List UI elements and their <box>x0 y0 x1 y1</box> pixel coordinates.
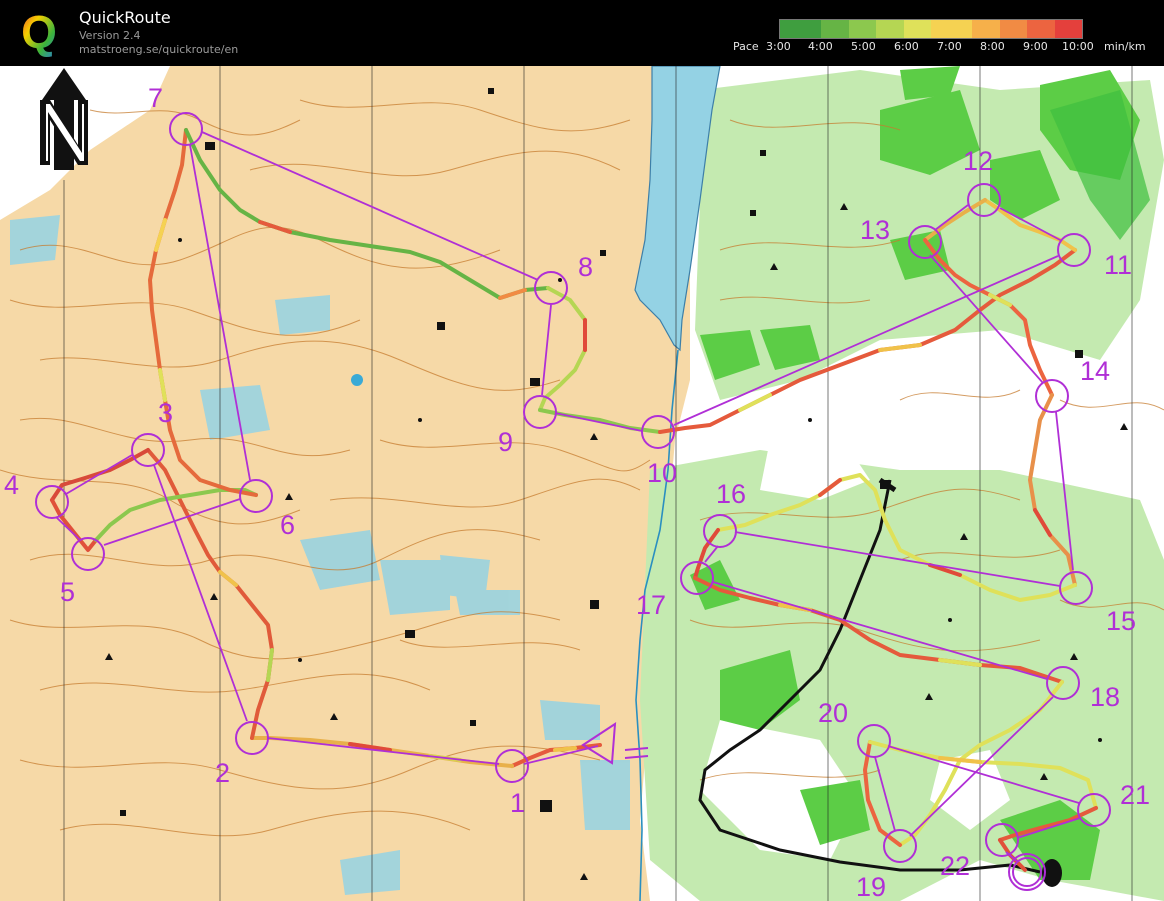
control-number: 14 <box>1080 356 1110 386</box>
control-number: 9 <box>498 427 513 457</box>
control-number: 18 <box>1090 682 1120 712</box>
control-number: 7 <box>148 83 163 113</box>
pace-color-swatch <box>958 20 973 38</box>
control-number: 19 <box>856 872 886 901</box>
control-number: 6 <box>280 510 295 540</box>
pace-tick: 7:00 <box>937 40 962 53</box>
pace-label: Pace <box>733 40 759 53</box>
logo-letter: Q <box>21 6 57 58</box>
app-url: matstroeng.se/quickroute/en <box>79 43 239 56</box>
pace-color-swatch <box>862 20 877 38</box>
app-title: QuickRoute <box>79 8 171 27</box>
control-number: 1 <box>510 788 525 818</box>
pace-color-swatch <box>903 20 918 38</box>
pace-color-swatch <box>848 20 863 38</box>
control-number: 10 <box>647 458 677 488</box>
app-header: Q QuickRoute Version 2.4 matstroeng.se/q… <box>0 0 1164 66</box>
pace-color-swatch <box>793 20 808 38</box>
pace-tick: 3:00 <box>766 40 791 53</box>
control-number: 15 <box>1106 606 1136 636</box>
quickroute-logo-icon: Q <box>21 6 57 58</box>
pace-color-swatch <box>1013 20 1028 38</box>
control-number: 16 <box>716 479 746 509</box>
pace-color-swatch <box>1040 20 1055 38</box>
pace-color-swatch <box>821 20 835 38</box>
pace-color-swatch <box>1068 20 1083 38</box>
pace-color-scale <box>779 19 1083 39</box>
control-number: 5 <box>60 577 75 607</box>
pace-color-swatch <box>999 20 1014 38</box>
pace-color-swatch <box>1027 20 1041 38</box>
pace-color-swatch <box>876 20 890 38</box>
app-version: Version 2.4 <box>79 29 141 42</box>
pace-tick: 4:00 <box>808 40 833 53</box>
pond <box>351 374 363 386</box>
pace-tick: 5:00 <box>851 40 876 53</box>
control-number: 17 <box>636 590 666 620</box>
control-number: 21 <box>1120 780 1150 810</box>
pace-unit: min/km <box>1104 40 1146 53</box>
pace-color-swatch <box>986 20 1000 38</box>
control-number: 2 <box>215 758 230 788</box>
pace-color-swatch <box>780 20 794 38</box>
pace-color-swatch <box>889 20 904 38</box>
control-number: 8 <box>578 252 593 282</box>
pace-color-swatch <box>931 20 945 38</box>
pace-color-swatch <box>1054 20 1069 38</box>
pace-color-swatch <box>944 20 959 38</box>
pace-tick: 10:00 <box>1062 40 1094 53</box>
control-number: 4 <box>4 470 19 500</box>
pace-tick: 9:00 <box>1023 40 1048 53</box>
pace-color-swatch <box>917 20 932 38</box>
control-number: 22 <box>940 851 970 881</box>
control-number: 12 <box>963 146 993 176</box>
pace-color-swatch <box>834 20 849 38</box>
pace-color-swatch <box>972 20 987 38</box>
orienteering-map[interactable]: 1 2 3 4 5 6 7 8 9 10 11 12 13 14 15 16 1… <box>0 66 1164 901</box>
pace-color-swatch <box>807 20 822 38</box>
control-number: 11 <box>1104 250 1132 280</box>
control-number: 3 <box>158 398 173 428</box>
pace-tick: 8:00 <box>980 40 1005 53</box>
pace-tick: 6:00 <box>894 40 919 53</box>
control-number: 20 <box>818 698 848 728</box>
control-number: 13 <box>860 215 890 245</box>
